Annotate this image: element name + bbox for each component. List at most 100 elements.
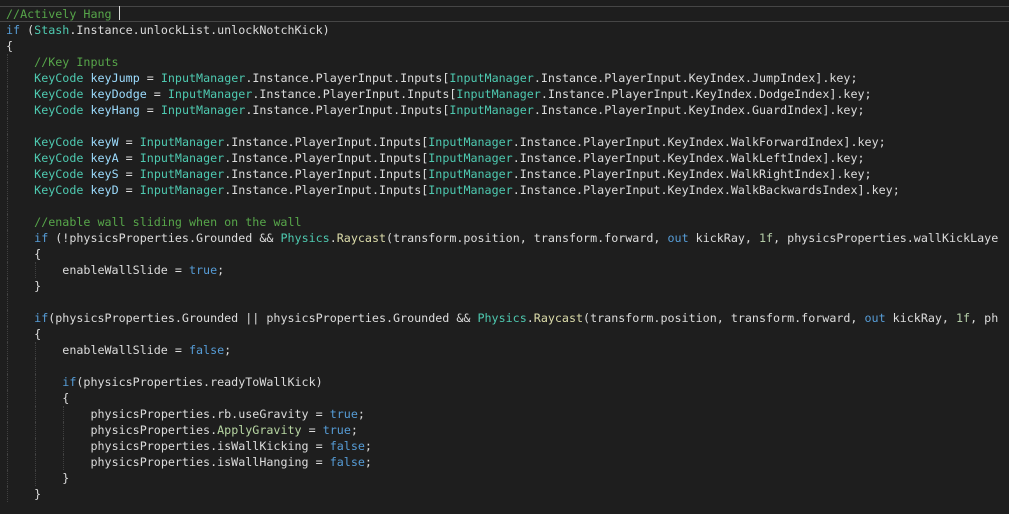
code-line[interactable]: if (Stash.Instance.unlockList.unlockNotc… bbox=[6, 22, 998, 38]
code-token-text: kickRay, bbox=[885, 311, 957, 325]
code-token-keyword: if bbox=[34, 231, 49, 245]
code-line[interactable]: if (!physicsProperties.Grounded && Physi… bbox=[6, 230, 998, 246]
indent-guide bbox=[7, 310, 8, 326]
code-editor[interactable]: //Actively Hang if (Stash.Instance.unloc… bbox=[0, 0, 1009, 514]
code-token-keyword: out bbox=[864, 311, 886, 325]
code-line[interactable]: //Key Inputs bbox=[6, 54, 998, 70]
code-token-var: keyJump bbox=[90, 71, 140, 85]
code-token-text: = bbox=[139, 71, 161, 85]
code-token-text: = bbox=[139, 103, 161, 117]
code-token-keyword: true bbox=[329, 407, 358, 421]
indent-guide bbox=[35, 390, 37, 406]
code-token-text: = bbox=[118, 151, 140, 165]
code-line[interactable]: KeyCode keyS = InputManager.Instance.Pla… bbox=[6, 166, 998, 182]
code-line[interactable]: KeyCode keyD = InputManager.Instance.Pla… bbox=[6, 182, 998, 198]
code-token-keyword: if bbox=[62, 375, 77, 389]
indent-guide bbox=[7, 470, 8, 486]
code-token-comment: //Actively Hang bbox=[6, 7, 112, 21]
code-line[interactable]: physicsProperties.rb.useGravity = true; bbox=[6, 406, 998, 422]
indent-guide bbox=[63, 406, 65, 422]
code-token-text: ; bbox=[224, 343, 232, 357]
code-token-text: } bbox=[34, 487, 42, 501]
code-line[interactable] bbox=[6, 294, 998, 310]
code-token-text: .Instance.PlayerInput.Inputs[ bbox=[252, 87, 457, 101]
indent-guide bbox=[7, 374, 8, 390]
code-line[interactable]: KeyCode keyA = InputManager.Instance.Pla… bbox=[6, 150, 998, 166]
code-token-type: Physics bbox=[477, 311, 527, 325]
code-line[interactable]: physicsProperties.ApplyGravity = true; bbox=[6, 422, 998, 438]
code-token-text: enableWallSlide = bbox=[62, 263, 189, 277]
code-token-text: .Instance.PlayerInput.Inputs[ bbox=[224, 167, 429, 181]
code-token-number: 1f bbox=[956, 311, 971, 325]
code-token-text: .Instance.PlayerInput.Inputs[ bbox=[224, 135, 429, 149]
code-line[interactable]: if(physicsProperties.readyToWallKick) bbox=[6, 374, 998, 390]
code-line[interactable] bbox=[6, 358, 998, 374]
code-token-type: InputManager bbox=[160, 71, 246, 85]
code-token-comment: //Key Inputs bbox=[34, 55, 119, 69]
code-line[interactable]: { bbox=[6, 326, 998, 342]
indent-guide bbox=[35, 470, 37, 486]
indent-guide bbox=[35, 358, 37, 374]
code-token-text: .Instance.PlayerInput.KeyIndex.WalkRight… bbox=[512, 167, 872, 181]
code-line[interactable]: KeyCode keyW = InputManager.Instance.Pla… bbox=[6, 134, 998, 150]
code-token-type: KeyCode bbox=[34, 151, 84, 165]
code-line[interactable] bbox=[6, 118, 998, 134]
code-line[interactable]: { bbox=[6, 38, 998, 54]
code-token-text: ; bbox=[364, 439, 372, 453]
code-token-type: InputManager bbox=[160, 103, 246, 117]
code-line[interactable] bbox=[6, 198, 998, 214]
code-token-keyword: out bbox=[667, 231, 689, 245]
code-line[interactable]: enableWallSlide = true; bbox=[6, 262, 998, 278]
code-line[interactable]: physicsProperties.isWallHanging = false; bbox=[6, 454, 998, 470]
code-token-type: InputManager bbox=[167, 87, 253, 101]
code-line[interactable]: physicsProperties.isWallKicking = false; bbox=[6, 438, 998, 454]
code-token-text: physicsProperties. bbox=[90, 423, 218, 437]
code-token-text: ; bbox=[357, 407, 365, 421]
code-token-text: kickRay, bbox=[688, 231, 759, 245]
indent-guide bbox=[7, 70, 8, 86]
code-token-text: .Instance.PlayerInput.KeyIndex.WalkBackw… bbox=[512, 183, 900, 197]
code-token-type: InputManager bbox=[449, 71, 534, 85]
code-token-text: physicsProperties.rb.useGravity = bbox=[90, 407, 330, 421]
code-token-text: .Instance.PlayerInput.KeyIndex.JumpIndex… bbox=[533, 71, 858, 85]
code-token-type: InputManager bbox=[456, 87, 541, 101]
code-token-text: = bbox=[301, 423, 323, 437]
code-token-method: Raycast bbox=[533, 311, 584, 325]
indent-guide bbox=[7, 390, 8, 406]
code-token-comment: //enable wall sliding when on the wall bbox=[34, 215, 302, 229]
code-token-text: .Instance.PlayerInput.Inputs[ bbox=[224, 183, 429, 197]
indent-guide bbox=[7, 246, 8, 262]
code-token-var: keyA bbox=[90, 151, 119, 165]
code-line[interactable]: if(physicsProperties.Grounded || physics… bbox=[6, 310, 998, 326]
code-line[interactable]: KeyCode keyJump = InputManager.Instance.… bbox=[6, 70, 998, 86]
code-token-var: keyHang bbox=[90, 103, 140, 117]
code-line[interactable]: { bbox=[6, 246, 998, 262]
code-line[interactable]: //Actively Hang bbox=[6, 6, 998, 22]
code-line[interactable]: enableWallSlide = false; bbox=[6, 342, 998, 358]
indent-guide bbox=[7, 486, 8, 502]
code-line[interactable]: } bbox=[6, 278, 998, 294]
code-token-number: 1f bbox=[759, 231, 774, 245]
code-line[interactable]: KeyCode keyDodge = InputManager.Instance… bbox=[6, 86, 998, 102]
code-token-var: keyS bbox=[90, 167, 119, 181]
code-line[interactable]: { bbox=[6, 390, 998, 406]
code-token-type: KeyCode bbox=[34, 71, 84, 85]
code-line[interactable]: //enable wall sliding when on the wall bbox=[6, 214, 998, 230]
code-line[interactable]: } bbox=[6, 470, 998, 486]
code-token-type: KeyCode bbox=[34, 167, 84, 181]
indent-guide bbox=[35, 262, 37, 278]
code-line[interactable]: } bbox=[6, 486, 998, 502]
indent-guide bbox=[35, 454, 37, 470]
indent-guide bbox=[7, 422, 8, 438]
code-token-type: KeyCode bbox=[34, 103, 84, 117]
indent-guide bbox=[7, 214, 8, 230]
code-area[interactable]: //Actively Hang if (Stash.Instance.unloc… bbox=[6, 6, 998, 502]
code-token-enum: ApplyGravity bbox=[217, 423, 302, 437]
indent-guide bbox=[63, 438, 65, 454]
code-line[interactable]: KeyCode keyHang = InputManager.Instance.… bbox=[6, 102, 998, 118]
indent-guide bbox=[7, 454, 8, 470]
code-token-text: physicsProperties.isWallHanging = bbox=[90, 455, 330, 469]
code-token-keyword: true bbox=[188, 263, 218, 277]
code-token-type: InputManager bbox=[428, 135, 513, 149]
code-token-text: ; bbox=[364, 455, 372, 469]
